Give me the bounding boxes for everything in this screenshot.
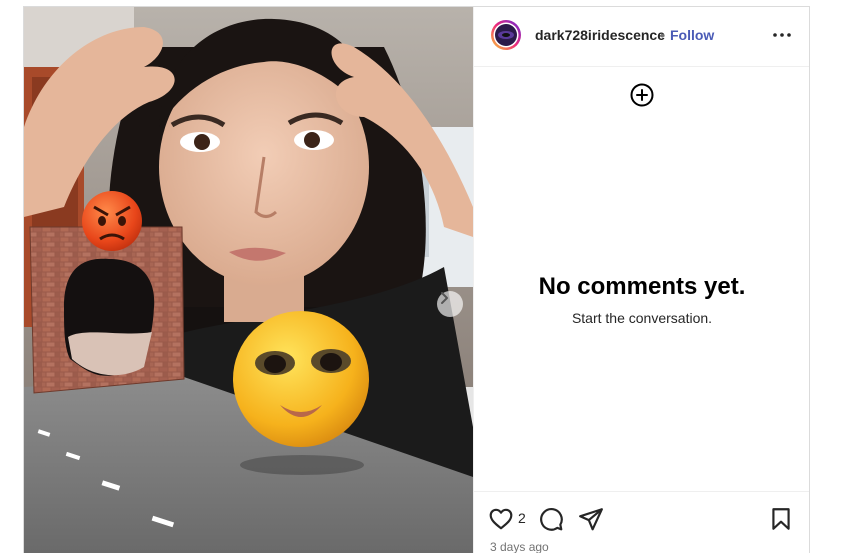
post-photo bbox=[24, 7, 473, 553]
like-count: 2 bbox=[518, 510, 526, 526]
post-dialog: dark728iridescence • Follow No comments … bbox=[23, 6, 810, 553]
post-header: dark728iridescence • Follow bbox=[474, 7, 809, 67]
comments-panel: dark728iridescence • Follow No comments … bbox=[473, 7, 809, 553]
username-link[interactable]: dark728iridescence bbox=[535, 27, 665, 43]
add-comment-icon[interactable] bbox=[630, 83, 654, 107]
no-comments-title: No comments yet. bbox=[538, 273, 746, 300]
no-comments-subtitle: Start the conversation. bbox=[571, 310, 713, 326]
post-media[interactable] bbox=[24, 7, 473, 553]
chevron-right-icon bbox=[441, 292, 448, 304]
follow-button[interactable]: Follow bbox=[670, 27, 714, 43]
action-bar: 2 3 days ago bbox=[474, 491, 809, 553]
comment-icon[interactable] bbox=[538, 506, 564, 532]
post-timestamp[interactable]: 3 days ago bbox=[490, 540, 549, 553]
share-icon[interactable] bbox=[578, 506, 604, 532]
separator-dot: • bbox=[660, 27, 665, 43]
angry-emoji-sticker bbox=[82, 191, 142, 251]
more-options-icon[interactable] bbox=[770, 23, 794, 47]
avatar[interactable] bbox=[490, 19, 522, 51]
next-media-button[interactable] bbox=[437, 291, 463, 317]
bookmark-icon[interactable] bbox=[768, 506, 794, 532]
heart-icon[interactable] bbox=[488, 506, 514, 532]
